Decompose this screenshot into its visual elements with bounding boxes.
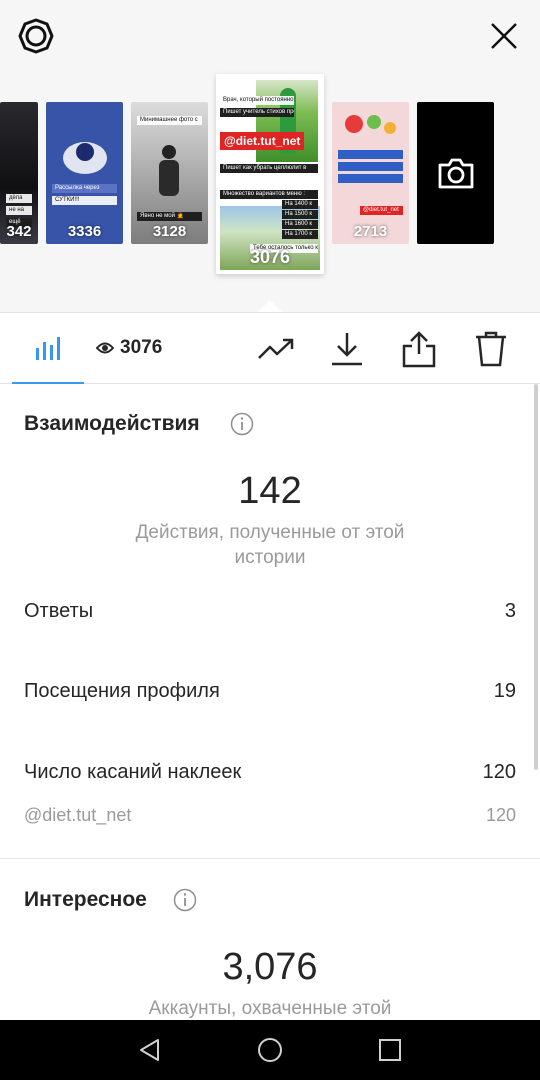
close-icon bbox=[491, 23, 517, 49]
interactions-caption: Действия, полученные от этой истории bbox=[135, 522, 405, 568]
home-icon bbox=[258, 1038, 282, 1062]
illustration-icon bbox=[63, 142, 107, 174]
views-count: 3076 bbox=[96, 337, 162, 359]
recents-icon bbox=[379, 1039, 401, 1061]
tab-statistics[interactable] bbox=[12, 313, 84, 384]
discovery-total: 3,076 bbox=[222, 946, 318, 988]
story-brand: @diet.tut_net bbox=[220, 132, 305, 150]
views-count-value: 3076 bbox=[120, 337, 163, 358]
trending-icon bbox=[258, 338, 294, 359]
nav-home-button[interactable] bbox=[248, 1028, 292, 1072]
trash-icon bbox=[476, 331, 506, 367]
close-button[interactable] bbox=[482, 14, 526, 58]
sticker-taps-value: 120 bbox=[482, 761, 516, 783]
story-thumbnail[interactable]: @diet.tut_net 2713 bbox=[332, 102, 409, 244]
download-button[interactable] bbox=[325, 327, 369, 371]
stories-strip: дёпа не на ещё 342 Рассылка через СУТКИ!… bbox=[0, 0, 540, 312]
discovery-caption: Аккаунты, охваченные этой bbox=[148, 998, 392, 1019]
sticker-account-label: @diet.tut_net bbox=[24, 805, 132, 825]
scrollbar[interactable] bbox=[534, 384, 538, 770]
download-icon bbox=[332, 333, 362, 366]
stats-panel[interactable]: Взаимодействия 142 Действия, полученные … bbox=[0, 384, 540, 1020]
nav-recents-button[interactable] bbox=[368, 1028, 412, 1072]
sticker-taps-label: Число касаний наклеек bbox=[24, 761, 242, 783]
back-icon bbox=[140, 1039, 159, 1061]
story-brand: @diet.tut_net bbox=[360, 206, 403, 215]
profile-visits-value: 19 bbox=[493, 680, 516, 702]
system-nav-bar bbox=[0, 1020, 540, 1080]
story-thumbnail[interactable]: дёпа не на ещё 342 bbox=[0, 102, 38, 244]
story-text: не на bbox=[6, 206, 32, 215]
story-thumbnail-selected[interactable]: Врач, который постоянно рвёт Пишет учите… bbox=[216, 74, 324, 274]
story-toolbar: 3076 bbox=[0, 312, 540, 384]
story-text: Рассылка через bbox=[52, 184, 117, 193]
story-text: Пишет учитель стихов про еду bbox=[220, 108, 294, 117]
eye-icon bbox=[96, 342, 114, 354]
story-text: На 1500 к bbox=[282, 210, 318, 219]
info-icon[interactable] bbox=[173, 888, 197, 912]
person-figure-icon bbox=[159, 145, 179, 196]
story-text: Множество вариантов меню : bbox=[220, 190, 318, 199]
story-text: дёпа bbox=[6, 194, 32, 203]
interactions-title: Взаимодействия bbox=[24, 412, 200, 435]
bar-chart-icon bbox=[36, 336, 60, 360]
info-icon[interactable] bbox=[230, 412, 254, 436]
story-views: 3336 bbox=[67, 223, 102, 240]
settings-button[interactable] bbox=[14, 14, 58, 58]
story-text-block bbox=[338, 162, 403, 171]
story-thumbnail[interactable]: Рассылка через СУТКИ!!! 3336 bbox=[46, 102, 123, 244]
story-views: 2713 bbox=[353, 223, 388, 240]
promote-button[interactable] bbox=[254, 327, 298, 371]
story-text: Врач, который постоянно рвёт bbox=[220, 96, 294, 105]
replies-label: Ответы bbox=[24, 600, 94, 622]
discovery-title: Интересное bbox=[24, 888, 147, 911]
story-text-block bbox=[338, 150, 403, 159]
profile-visits-label: Посещения профиля bbox=[24, 680, 220, 702]
story-thumbnail[interactable]: Минимашнее фото с Явно не мой 🙍 3128 bbox=[131, 102, 208, 244]
delete-button[interactable] bbox=[469, 327, 513, 371]
story-text: На 1400 к bbox=[282, 200, 318, 209]
share-button[interactable] bbox=[397, 327, 441, 371]
nav-back-button[interactable] bbox=[128, 1028, 172, 1072]
gear-icon bbox=[18, 18, 54, 54]
add-story-camera-button[interactable] bbox=[417, 102, 494, 244]
interactions-total: 142 bbox=[238, 470, 302, 512]
camera-icon bbox=[438, 158, 473, 189]
selected-story-caret bbox=[258, 300, 282, 312]
story-text: На 1700 к bbox=[282, 230, 318, 239]
story-text: Явно не мой 🙍 bbox=[137, 212, 202, 221]
story-views: 342 bbox=[6, 223, 32, 240]
replies-value: 3 bbox=[504, 600, 516, 622]
story-views: 3128 bbox=[152, 223, 187, 240]
story-text: Минимашнее фото с bbox=[137, 116, 202, 125]
fruit-illustration-icon bbox=[345, 115, 396, 134]
story-text-block bbox=[338, 174, 403, 183]
story-text: На 1600 к bbox=[282, 220, 318, 229]
share-icon bbox=[402, 331, 436, 368]
story-views: 3076 bbox=[249, 247, 291, 267]
sticker-account-value: 120 bbox=[485, 805, 516, 825]
section-divider bbox=[0, 858, 540, 859]
story-text: СУТКИ!!! bbox=[52, 196, 117, 205]
story-text: Пишет как убрать целлюлит в bbox=[220, 164, 318, 173]
